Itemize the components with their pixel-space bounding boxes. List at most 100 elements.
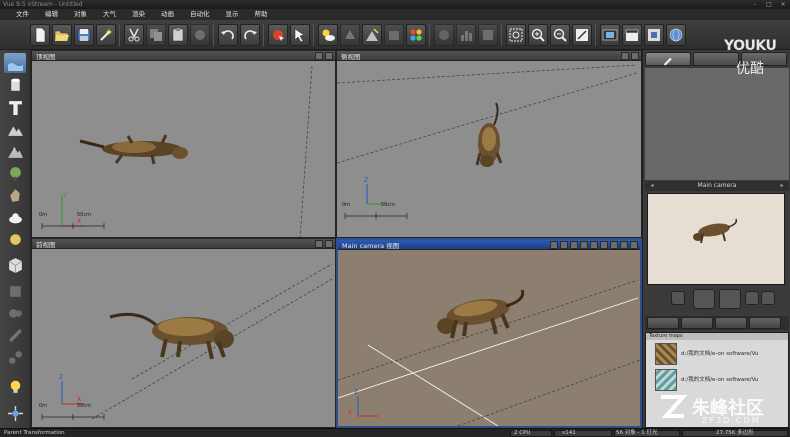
- globe-icon[interactable]: [666, 24, 686, 46]
- viewport-maximize-button[interactable]: [630, 241, 638, 249]
- light-bulb-icon[interactable]: [4, 376, 26, 396]
- menu-automation[interactable]: 自动化: [182, 9, 218, 20]
- new-file-icon[interactable]: [30, 24, 50, 46]
- camera-store-icon[interactable]: [761, 291, 775, 305]
- atmosphere-icon[interactable]: [340, 24, 360, 46]
- top-viewport[interactable]: 顶视图 Y X 0m 50cm: [31, 50, 336, 238]
- group-icon[interactable]: [4, 281, 26, 301]
- sun-cloud-icon[interactable]: [318, 24, 338, 46]
- clapper-icon[interactable]: [622, 24, 642, 46]
- close-button[interactable]: ×: [776, 0, 790, 9]
- pencil-icon: [664, 57, 672, 66]
- zoom-out-icon[interactable]: [550, 24, 570, 46]
- snowy-mountain-icon[interactable]: [4, 141, 26, 161]
- paste-icon[interactable]: [168, 24, 188, 46]
- cut-icon[interactable]: [124, 24, 144, 46]
- redo-icon[interactable]: [240, 24, 260, 46]
- tab-library[interactable]: [693, 52, 739, 66]
- camera-tool-button[interactable]: [590, 241, 598, 249]
- texture-map-item[interactable]: d:/我的文档/e-on software/Vu: [649, 343, 789, 365]
- camera-zoom-icon[interactable]: [745, 291, 759, 305]
- texture-map-item[interactable]: d:/我的文档/e-on software/Vu: [649, 369, 789, 391]
- viewport-options-button[interactable]: [550, 241, 558, 249]
- camera-tool-button[interactable]: [580, 241, 588, 249]
- zoom-box-icon[interactable]: [506, 24, 526, 46]
- render-stats-icon[interactable]: [456, 24, 476, 46]
- camera-pan-icon[interactable]: [671, 291, 685, 305]
- select-arrow-icon[interactable]: [268, 24, 288, 46]
- prev-camera-button[interactable]: ◂: [647, 181, 657, 191]
- menu-edit[interactable]: 编辑: [37, 9, 66, 20]
- axis-z-label: Z: [59, 374, 63, 381]
- menu-render[interactable]: 渲染: [124, 9, 153, 20]
- tab-links[interactable]: [749, 317, 781, 329]
- menu-atmosphere[interactable]: 大气: [95, 9, 124, 20]
- water-plane-icon[interactable]: [4, 53, 26, 73]
- fit-view-icon[interactable]: [572, 24, 592, 46]
- maximize-button[interactable]: □: [762, 0, 776, 9]
- menu-animation[interactable]: 动画: [153, 9, 182, 20]
- menu-file[interactable]: 文件: [8, 9, 37, 20]
- tab-textures[interactable]: [681, 317, 713, 329]
- main-camera-viewport[interactable]: Main camera 视图 Z X: [336, 238, 642, 428]
- minimize-button[interactable]: -: [748, 0, 762, 9]
- menu-object[interactable]: 对象: [66, 9, 95, 20]
- camera-tool-button[interactable]: [570, 241, 578, 249]
- plant-editor-icon[interactable]: [384, 24, 404, 46]
- save-file-icon[interactable]: [74, 24, 94, 46]
- tab-functions[interactable]: [715, 317, 747, 329]
- menu-help[interactable]: 帮助: [247, 9, 276, 20]
- camera-preview-image[interactable]: [647, 193, 785, 285]
- front-viewport[interactable]: 前视图 Z X 0m 50cm: [31, 238, 336, 428]
- camera-preview-header: ◂ Main camera ▸: [645, 181, 789, 191]
- zoom-in-icon[interactable]: [528, 24, 548, 46]
- copy-icon[interactable]: [146, 24, 166, 46]
- polygon-count: 27.75K 多边形: [716, 430, 754, 436]
- viewport-maximize-button[interactable]: [325, 240, 333, 248]
- mountain-icon[interactable]: [4, 119, 26, 139]
- metablob-icon[interactable]: [4, 303, 26, 323]
- cloud-icon[interactable]: [4, 207, 26, 227]
- film-strip-icon[interactable]: [600, 24, 620, 46]
- tree-icon[interactable]: [4, 163, 26, 183]
- render-options-icon[interactable]: [478, 24, 498, 46]
- viewport-maximize-button[interactable]: [325, 52, 333, 60]
- camera-tool-button[interactable]: [610, 241, 618, 249]
- camera-move-icon[interactable]: [693, 289, 715, 309]
- camera-gyro-icon[interactable]: [4, 403, 26, 423]
- delete-icon[interactable]: [190, 24, 210, 46]
- camera-tool-button[interactable]: [600, 241, 608, 249]
- open-file-icon[interactable]: [52, 24, 72, 46]
- tab-materials[interactable]: [647, 317, 679, 329]
- next-camera-button[interactable]: ▸: [777, 181, 787, 191]
- menu-display[interactable]: 显示: [218, 9, 247, 20]
- move-pointer-icon[interactable]: [290, 24, 310, 46]
- viewport-maximize-button[interactable]: [631, 52, 639, 60]
- viewport-options-button[interactable]: [315, 52, 323, 60]
- rock-icon[interactable]: [4, 185, 26, 205]
- planet-icon[interactable]: [4, 229, 26, 249]
- texture-map-path: d:/我的文档/e-on software/Vu: [681, 377, 759, 383]
- link-icon[interactable]: [4, 347, 26, 367]
- viewport-options-button[interactable]: [315, 240, 323, 248]
- texture-thumbnail: [655, 343, 677, 365]
- cylinder-icon[interactable]: [4, 75, 26, 95]
- camera-rotate-icon[interactable]: [719, 289, 741, 309]
- axis-gizmo: Z: [364, 177, 387, 205]
- text-icon[interactable]: [4, 97, 26, 117]
- viewport-options-button[interactable]: [621, 52, 629, 60]
- tab-objects[interactable]: [645, 52, 691, 66]
- palette-icon[interactable]: [406, 24, 426, 46]
- material-icon[interactable]: [434, 24, 454, 46]
- terrain-icon[interactable]: [362, 24, 382, 46]
- frame-icon[interactable]: [644, 24, 664, 46]
- boolean-icon[interactable]: [4, 325, 26, 345]
- camera-tool-button[interactable]: [620, 241, 628, 249]
- undo-icon[interactable]: [218, 24, 238, 46]
- side-viewport[interactable]: 侧视图 Z 0m 50cm: [336, 50, 642, 238]
- right-panel: ◂ Main camera ▸ Texture maps d:/我的文档/e-o…: [642, 50, 790, 428]
- render-wand-icon[interactable]: [96, 24, 116, 46]
- camera-tool-button[interactable]: [560, 241, 568, 249]
- world-browser-list[interactable]: [645, 68, 789, 180]
- cube-object-icon[interactable]: [4, 255, 26, 275]
